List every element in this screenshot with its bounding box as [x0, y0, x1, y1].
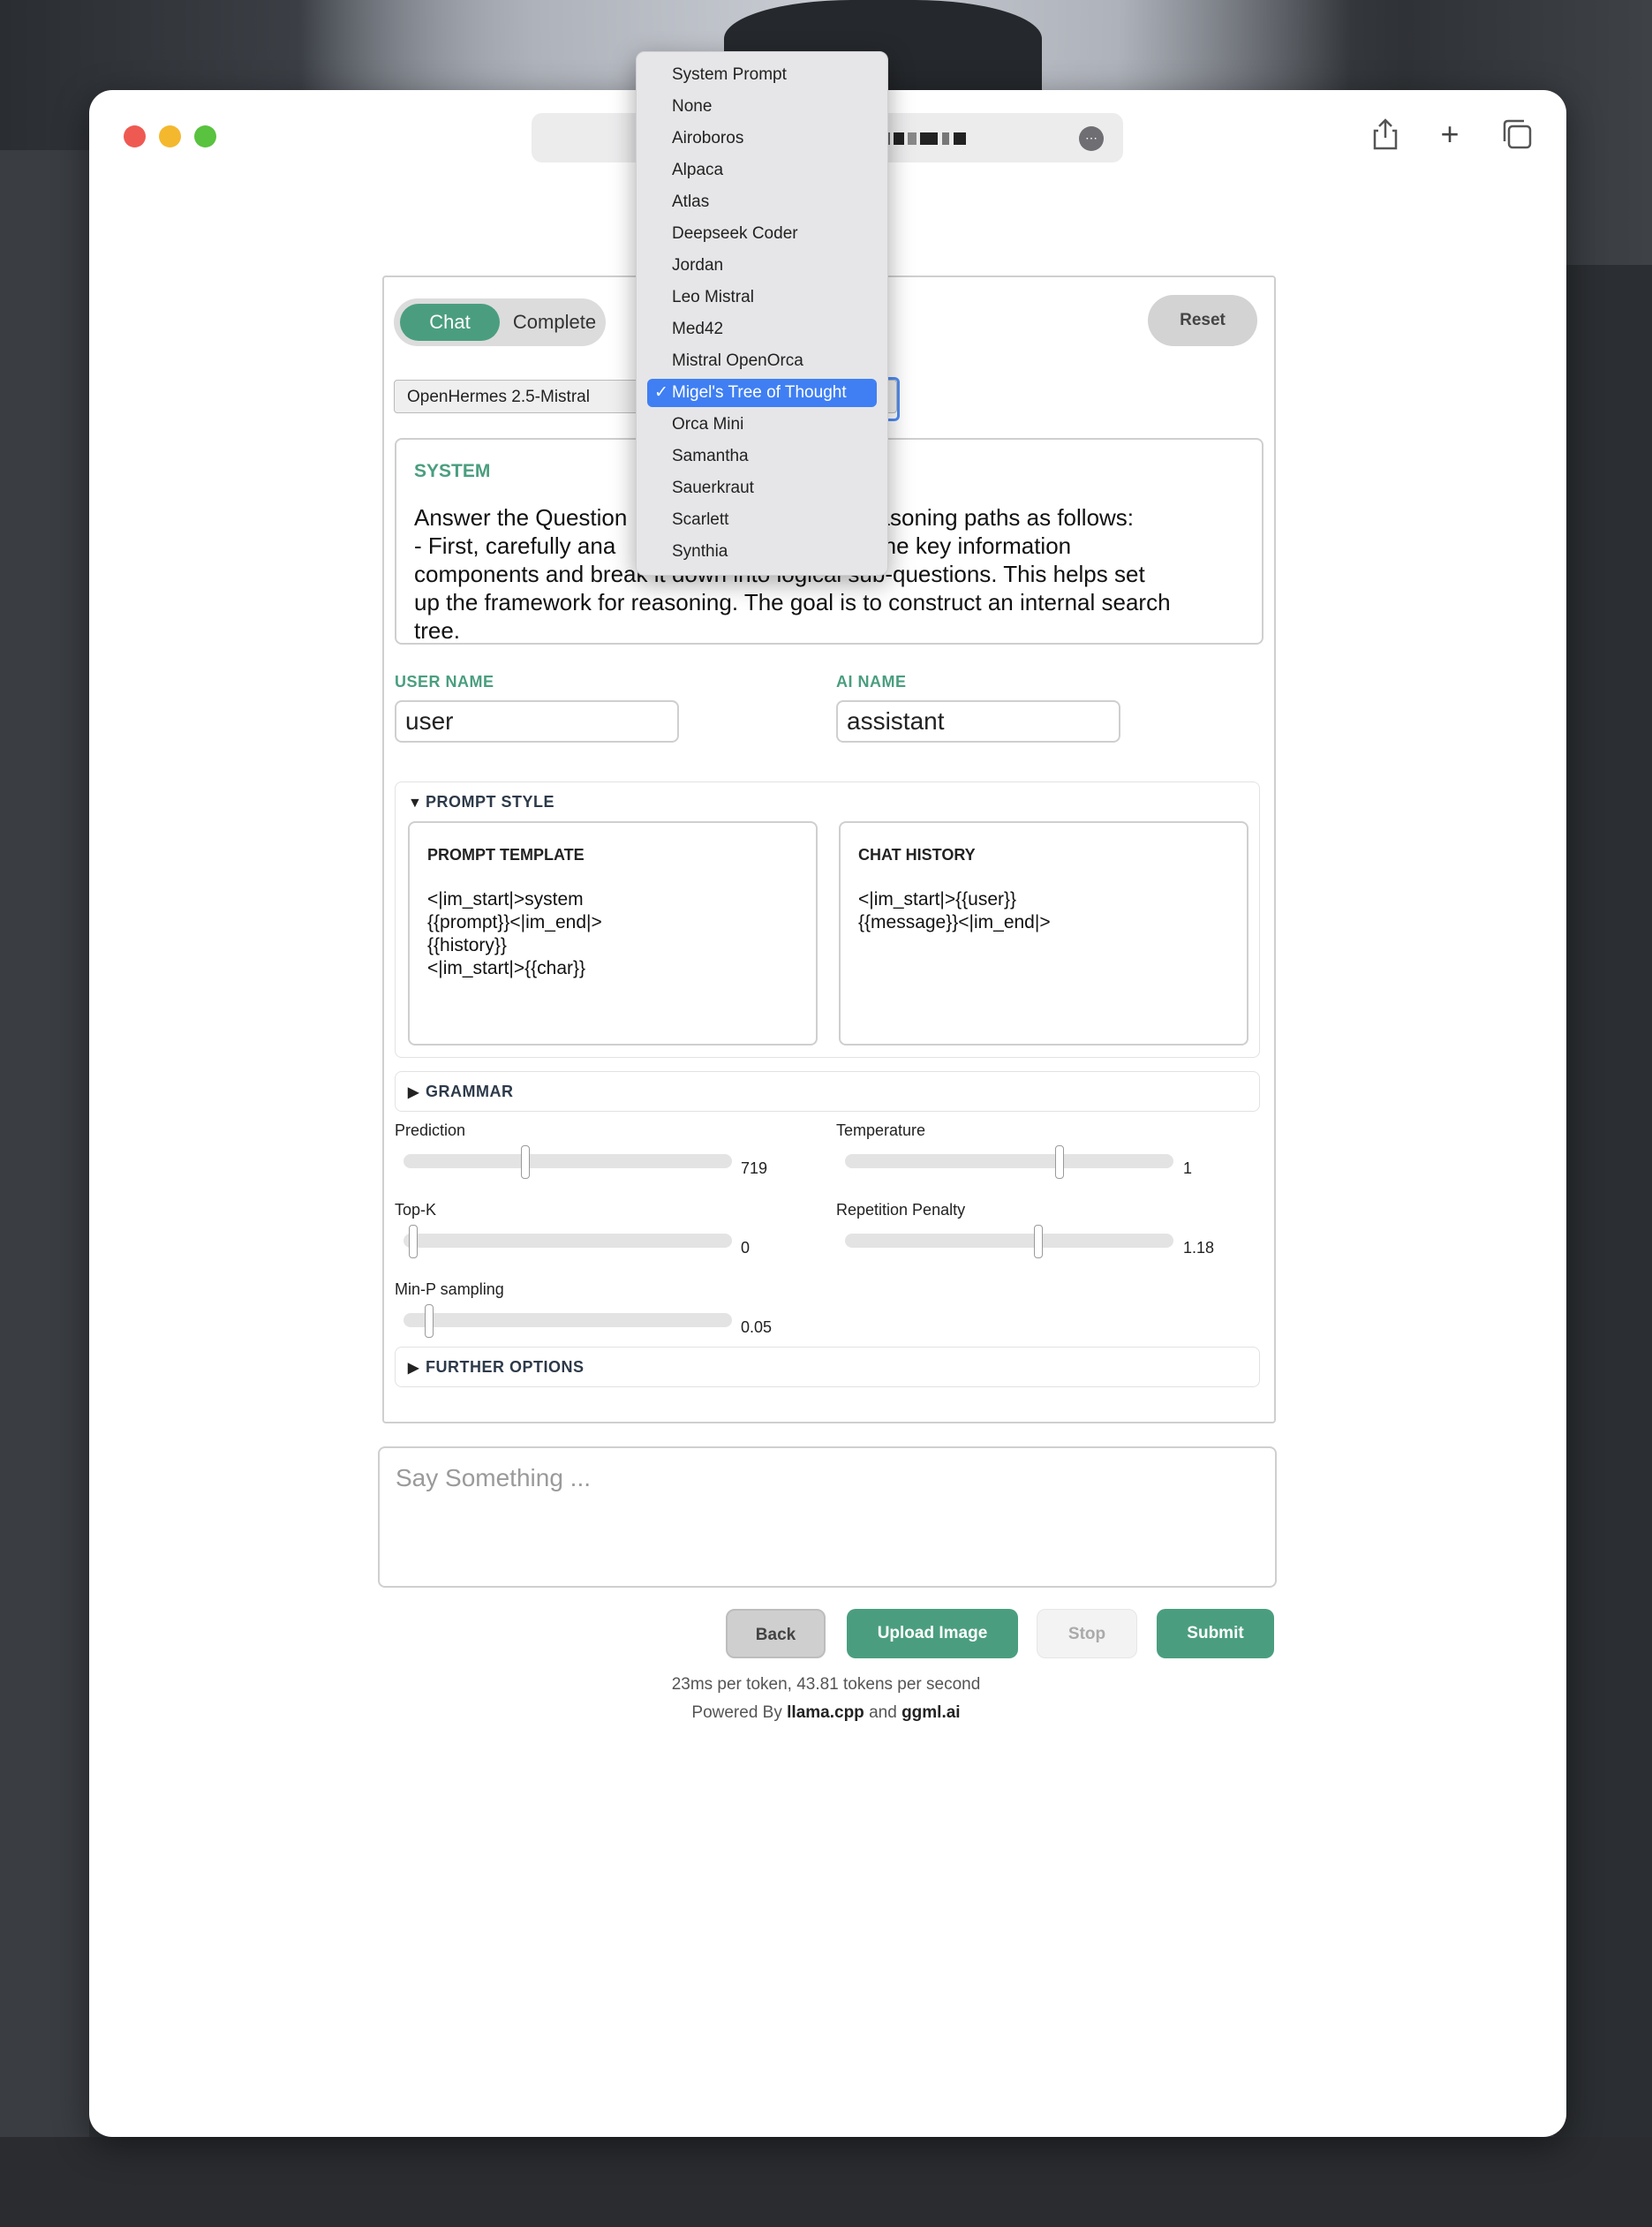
further-options-label: FURTHER OPTIONS: [426, 1358, 585, 1376]
temperature-slider[interactable]: [845, 1145, 1173, 1179]
dropdown-item-label: Deepseek Coder: [672, 224, 798, 243]
dropdown-item[interactable]: Deepseek Coder: [647, 220, 877, 248]
dropdown-item-label: Med42: [672, 320, 724, 338]
dropdown-item-label: Migel's Tree of Thought: [672, 383, 847, 402]
dropdown-item-label: Synthia: [672, 542, 728, 561]
mode-toggle[interactable]: Chat Complete: [394, 298, 606, 346]
prediction-label: Prediction: [395, 1121, 466, 1139]
user-name-label: USER NAME: [395, 673, 494, 691]
chat-history-label: CHAT HISTORY: [858, 846, 976, 864]
top-k-slider[interactable]: [404, 1225, 732, 1258]
dropdown-item-label: Leo Mistral: [672, 288, 754, 306]
temperature-label: Temperature: [836, 1121, 926, 1139]
timing-stats: 23ms per token, 43.81 tokens per second: [671, 1675, 981, 1694]
powered-by-label: Powered By: [691, 1703, 782, 1722]
repetition-penalty-label: Repetition Penalty: [836, 1201, 966, 1219]
prompt-style-label: PROMPT STYLE: [426, 793, 555, 811]
dropdown-item-label: Samantha: [672, 447, 749, 465]
reset-button[interactable]: Reset: [1148, 295, 1257, 346]
top-k-value: 0: [741, 1239, 751, 1257]
further-options-section: ▶ FURTHER OPTIONS: [395, 1347, 1260, 1387]
grammar-section: ▶ GRAMMAR: [395, 1071, 1260, 1112]
dropdown-item[interactable]: Jordan: [647, 252, 877, 280]
collapsed-triangle-icon: ▶: [408, 1361, 419, 1376]
prompt-preset-dropdown: System Prompt None Airoboros Alpaca Atlas Dee…: [636, 51, 888, 576]
checkmark-icon: ✓: [654, 383, 668, 402]
dropdown-item-label: Airoboros: [672, 129, 744, 147]
expanded-triangle-icon: ▼: [408, 796, 423, 811]
prompt-style-summary[interactable]: ▼ PROMPT STYLE: [408, 793, 554, 812]
upload-image-button[interactable]: Upload Image: [847, 1609, 1018, 1658]
chat-history-text[interactable]: <|im_start|>{{user}} {{message}}<|im_end…: [858, 888, 1051, 934]
dropdown-item[interactable]: Synthia: [647, 538, 877, 566]
dropdown-item-label: Alpaca: [672, 161, 724, 179]
repetition-penalty-thumb[interactable]: [1033, 1225, 1043, 1258]
dropdown-item-label: Scarlett: [672, 510, 729, 529]
ai-name-input[interactable]: assistant: [836, 700, 1120, 743]
dropdown-item-label: Jordan: [672, 256, 724, 275]
prompt-template-text[interactable]: <|im_start|>system {{prompt}}<|im_end|> …: [427, 888, 602, 980]
back-button[interactable]: Back: [726, 1609, 826, 1658]
dropdown-item[interactable]: Orca Mini: [647, 411, 877, 439]
prompt-style-section: ▼ PROMPT STYLE PROMPT TEMPLATE <|im_start…: [395, 781, 1260, 1058]
dropdown-item[interactable]: System Prompt: [647, 61, 877, 89]
grammar-summary[interactable]: ▶ GRAMMAR: [408, 1083, 514, 1101]
powered-by: Powered By llama.cpp and ggml.ai: [0, 1703, 1652, 1723]
collapsed-triangle-icon: ▶: [408, 1085, 419, 1100]
prediction-value: 719: [741, 1159, 768, 1177]
top-k-thumb[interactable]: [409, 1225, 418, 1258]
complete-mode-button[interactable]: Complete: [509, 304, 600, 341]
system-label: SYSTEM: [414, 461, 491, 481]
chat-input[interactable]: Say Something ...: [378, 1446, 1277, 1588]
further-options-summary[interactable]: ▶ FURTHER OPTIONS: [408, 1358, 585, 1377]
min-p-thumb[interactable]: [424, 1304, 434, 1338]
dropdown-item-label: Sauerkraut: [672, 479, 754, 497]
and-text: and: [869, 1703, 897, 1722]
dropdown-item[interactable]: None: [647, 93, 877, 121]
dropdown-item-label: System Prompt: [672, 65, 787, 84]
dropdown-item[interactable]: Mistral OpenOrca: [647, 347, 877, 375]
prompt-preset-value: OpenHermes 2.5-Mistral: [407, 388, 590, 406]
prompt-template-box[interactable]: PROMPT TEMPLATE <|im_start|>system {{pro…: [408, 821, 818, 1046]
dropdown-item[interactable]: Airoboros: [647, 125, 877, 153]
temperature-value: 1: [1183, 1159, 1193, 1177]
prompt-template-label: PROMPT TEMPLATE: [427, 846, 585, 864]
llama-cpp-link[interactable]: llama.cpp: [787, 1703, 864, 1722]
min-p-value: 0.05: [741, 1318, 773, 1336]
dropdown-item-label: Orca Mini: [672, 415, 744, 434]
dropdown-item-label: Mistral OpenOrca: [672, 351, 803, 370]
ggml-link[interactable]: ggml.ai: [901, 1703, 961, 1722]
temperature-thumb[interactable]: [1055, 1145, 1065, 1179]
dropdown-item[interactable]: Samantha: [647, 442, 877, 471]
dropdown-item[interactable]: Atlas: [647, 188, 877, 216]
dropdown-item[interactable]: ✓ Migel's Tree of Thought: [647, 379, 877, 407]
repetition-penalty-slider[interactable]: [845, 1225, 1173, 1258]
top-k-label: Top-K: [395, 1201, 437, 1219]
chat-input-placeholder: Say Something ...: [396, 1464, 592, 1491]
dropdown-item[interactable]: Sauerkraut: [647, 474, 877, 502]
grammar-label: GRAMMAR: [426, 1083, 514, 1100]
prediction-thumb[interactable]: [520, 1145, 530, 1179]
min-p-slider[interactable]: [404, 1304, 732, 1338]
ai-name-label: AI NAME: [836, 673, 907, 691]
dropdown-item[interactable]: Alpaca: [647, 156, 877, 185]
dropdown-item-label: None: [672, 97, 713, 116]
dropdown-item[interactable]: Leo Mistral: [647, 283, 877, 312]
min-p-label: Min-P sampling: [395, 1280, 504, 1298]
prediction-slider[interactable]: [404, 1145, 732, 1179]
submit-button[interactable]: Submit: [1157, 1609, 1274, 1658]
user-name-input[interactable]: user: [395, 700, 679, 743]
dropdown-item[interactable]: Scarlett: [647, 506, 877, 534]
repetition-penalty-value: 1.18: [1183, 1239, 1215, 1257]
dropdown-item-label: Atlas: [672, 193, 710, 211]
chat-history-box[interactable]: CHAT HISTORY <|im_start|>{{user}} {{mess…: [839, 821, 1248, 1046]
stop-button[interactable]: Stop: [1037, 1609, 1137, 1658]
chat-mode-button[interactable]: Chat: [400, 304, 500, 341]
dropdown-item[interactable]: Med42: [647, 315, 877, 343]
